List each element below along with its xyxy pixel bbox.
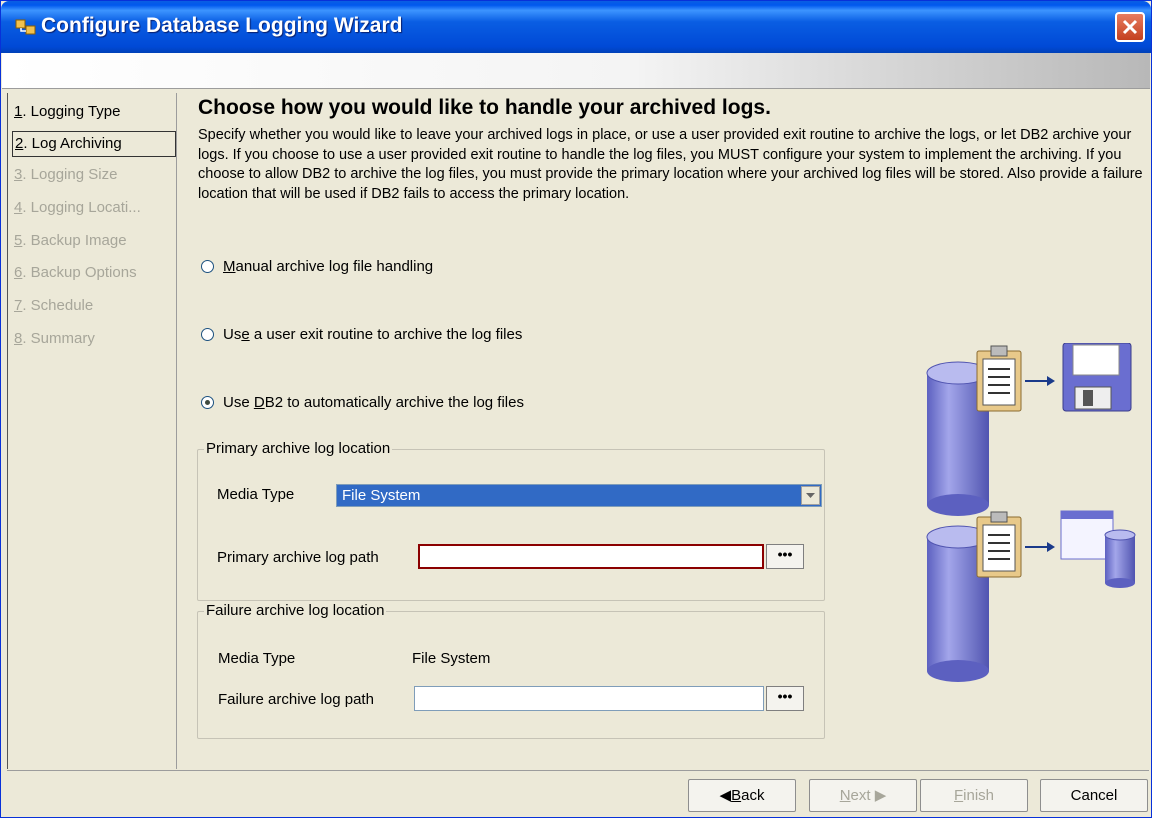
radio-button[interactable] <box>201 328 214 341</box>
radio-manual-archive[interactable]: Manual archive log file handling <box>201 258 433 275</box>
step-logging-type[interactable]: 1. Logging Type <box>12 100 120 126</box>
finish-label: inish <box>963 787 995 804</box>
clipboard-icon <box>976 511 1022 578</box>
step-list: 1. Logging Type 2. Log Archiving 3. Logg… <box>7 93 177 769</box>
group-title: Failure archive log location <box>204 602 387 619</box>
failure-media-type-label: Media Type <box>218 650 296 667</box>
radio-db2-archive[interactable]: Use DB2 to automatically archive the log… <box>201 394 524 411</box>
close-icon <box>1122 19 1138 35</box>
media-type-select[interactable]: File System <box>336 484 822 507</box>
page-title: Choose how you would like to handle your… <box>198 96 771 119</box>
close-button[interactable] <box>1115 12 1145 42</box>
step-label: . Log Archiving <box>23 135 122 152</box>
clipboard-icon <box>976 345 1022 412</box>
step-label: . Schedule <box>22 297 94 314</box>
step-logging-size: 3. Logging Size <box>12 163 117 189</box>
step-label: . Logging Locati... <box>22 199 141 216</box>
next-button[interactable]: Next ▶ <box>809 779 917 812</box>
failure-path-input[interactable] <box>414 686 764 711</box>
finish-mnemonic: F <box>953 787 964 804</box>
radio-button[interactable] <box>201 260 214 273</box>
primary-archive-group: Primary archive log location Media Type … <box>197 440 825 601</box>
media-type-label: Media Type <box>217 486 295 503</box>
step-logging-location: 4. Logging Locati... <box>12 196 141 222</box>
media-type-value: File System <box>342 487 421 504</box>
step-label: . Logging Size <box>22 166 118 183</box>
radio-button-selected[interactable] <box>201 396 214 409</box>
server-window-icon <box>1060 510 1136 588</box>
group-title: Primary archive log location <box>204 440 393 457</box>
radio-label: Manual archive log file handling <box>223 258 434 275</box>
failure-path-label: Failure archive log path <box>218 691 374 708</box>
main-panel: Choose how you would like to handle your… <box>179 93 1149 769</box>
step-label: . Logging Type <box>22 103 121 120</box>
back-arrow-icon: ◀ <box>719 787 732 804</box>
floppy-disk-icon <box>1062 343 1132 412</box>
window-title: Configure Database Logging Wizard <box>41 14 403 37</box>
radio-label: Use a user exit routine to archive the l… <box>223 326 523 343</box>
primary-browse-button[interactable]: ••• <box>766 544 804 569</box>
step-label: . Backup Options <box>22 264 137 281</box>
step-backup-options: 6. Backup Options <box>12 261 137 287</box>
failure-media-type-value: File System <box>412 650 491 667</box>
step-summary: 8. Summary <box>12 327 95 353</box>
wizard-app-icon <box>15 17 37 37</box>
back-mnemonic: B <box>731 787 742 804</box>
cancel-button[interactable]: Cancel <box>1040 779 1148 812</box>
radio-user-exit[interactable]: Use a user exit routine to archive the l… <box>201 326 522 343</box>
step-schedule: 7. Schedule <box>12 294 93 320</box>
wizard-banner <box>2 53 1150 89</box>
back-button[interactable]: ◀Back <box>688 779 796 812</box>
back-label: ack <box>741 787 765 804</box>
primary-path-label: Primary archive log path <box>217 549 379 566</box>
radio-label: Use DB2 to automatically archive the log… <box>223 394 524 411</box>
archive-illustration <box>926 343 1136 682</box>
finish-button[interactable]: Finish <box>920 779 1028 812</box>
title-bar: Configure Database Logging Wizard <box>1 1 1151 53</box>
step-backup-image: 5. Backup Image <box>12 229 127 255</box>
next-arrow-icon: ▶ <box>874 787 887 804</box>
primary-path-input[interactable] <box>418 544 764 569</box>
step-log-archiving[interactable]: 2. Log Archiving <box>12 131 176 157</box>
failure-archive-group: Failure archive log location Media Type … <box>197 602 825 739</box>
wizard-window: Configure Database Logging Wizard 1. Log… <box>0 0 1152 818</box>
dropdown-arrow-icon[interactable] <box>801 486 820 505</box>
step-label: . Backup Image <box>22 232 127 249</box>
page-description: Specify whether you would like to leave … <box>198 127 1143 202</box>
footer-divider <box>7 770 1149 771</box>
next-mnemonic: N <box>839 787 851 804</box>
failure-browse-button[interactable]: ••• <box>766 686 804 711</box>
next-label: ext <box>850 787 871 804</box>
step-label: . Summary <box>22 330 95 347</box>
